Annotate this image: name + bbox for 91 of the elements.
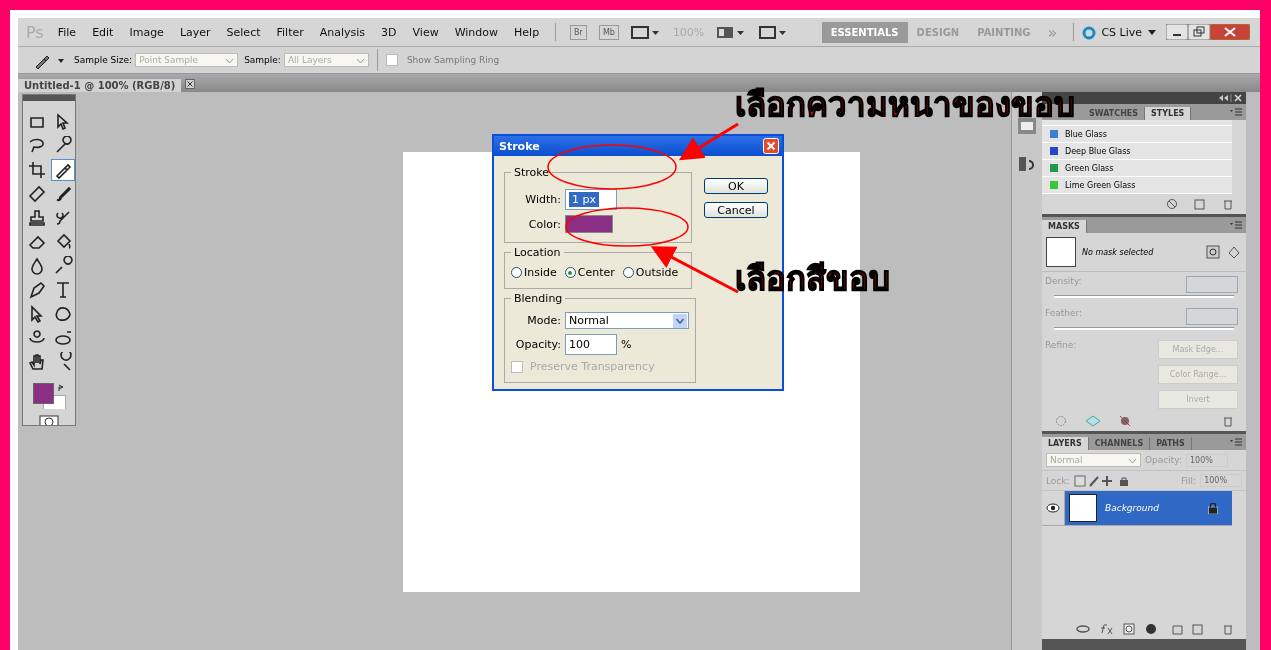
radio-button[interactable]	[564, 267, 576, 278]
radio-option[interactable]: Center	[564, 266, 615, 279]
opacity-field[interactable]: 100%	[1186, 453, 1228, 467]
menu-item[interactable]: View	[404, 25, 447, 39]
menu-item[interactable]: Help	[506, 25, 548, 39]
mode-dropdown[interactable]: Normal	[565, 312, 689, 329]
menu-item[interactable]: Window	[446, 25, 507, 39]
bridge-button[interactable]: Br	[570, 24, 587, 40]
vector-mask-icon[interactable]	[1226, 245, 1242, 259]
width-label: Width:	[524, 193, 561, 206]
panel-menu-icon[interactable]	[1230, 108, 1242, 116]
arrange-documents-icon[interactable]	[716, 25, 747, 39]
checkbox[interactable]	[511, 360, 523, 373]
mode-label: Mode:	[526, 314, 561, 327]
layer-name: Background	[1105, 503, 1160, 513]
disable-mask-icon[interactable]	[1118, 415, 1132, 427]
radio-button[interactable]	[511, 267, 522, 278]
trash-icon[interactable]	[1222, 623, 1234, 635]
panel-menu-icon[interactable]	[1230, 221, 1242, 229]
dialog-button[interactable]: Cancel	[704, 202, 768, 218]
layer-thumbnail	[1069, 494, 1097, 522]
quick-mask-icon[interactable]	[39, 414, 59, 425]
collapse-panels-icon[interactable]	[1218, 94, 1242, 102]
view-extras-icon[interactable]	[630, 25, 661, 39]
style-item[interactable]: Blue Glass	[1042, 126, 1232, 143]
sample-label: Sample:	[244, 55, 281, 65]
style-item[interactable]: Green Glass	[1042, 160, 1232, 177]
menu-item[interactable]: Image	[121, 25, 172, 39]
refine-label: Refine:	[1045, 340, 1077, 352]
fill-field[interactable]: 100%	[1200, 474, 1242, 487]
document-tab[interactable]: Untitled-1 @ 100% (RGB/8)	[18, 79, 182, 92]
panel-tab[interactable]: STYLES	[1145, 107, 1192, 120]
annotation-arrow	[678, 122, 739, 161]
mask-thumbnail	[1046, 237, 1076, 267]
group-title: Blending	[513, 292, 564, 305]
percent-label: %	[621, 338, 632, 351]
show-sampling-ring-label: Show Sampling Ring	[406, 55, 500, 65]
stroke-color-swatch[interactable]	[565, 215, 613, 233]
radio-button[interactable]	[622, 267, 634, 278]
trash-icon[interactable]	[1222, 415, 1234, 427]
layer-actions-icon[interactable]	[1076, 623, 1206, 635]
style-item[interactable]: Lime Green Glass	[1042, 177, 1232, 194]
preserve-transparency-label: Preserve Transparency	[530, 360, 655, 373]
eyedropper-tool-icon[interactable]	[51, 158, 75, 181]
dialog-title: Stroke	[499, 139, 540, 153]
style-item[interactable]: Deep Blue Glass	[1042, 143, 1232, 160]
trash-icon[interactable]	[1222, 198, 1234, 210]
lock-label: Lock:	[1046, 475, 1070, 486]
opacity-label: Opacity:	[1145, 455, 1182, 465]
sample-size-label: Sample Size:	[74, 55, 133, 65]
minimize-icon[interactable]	[1166, 24, 1188, 40]
opacity-label: Opacity:	[514, 338, 561, 351]
clear-style-icon[interactable]	[1166, 198, 1178, 210]
close-tab-icon[interactable]	[185, 79, 196, 89]
mini-bridge-button[interactable]: Mb	[598, 24, 619, 40]
mask-status: No mask selected	[1082, 247, 1155, 257]
close-icon[interactable]	[1210, 24, 1250, 40]
menu-item[interactable]: 3D	[373, 25, 405, 39]
fill-label: Fill:	[1181, 475, 1197, 486]
new-style-icon[interactable]	[1194, 198, 1206, 210]
feather-field[interactable]	[1186, 308, 1238, 325]
restore-icon[interactable]	[1188, 24, 1210, 40]
opacity-field[interactable]: 100	[565, 334, 617, 355]
radio-option[interactable]: Inside	[511, 266, 557, 279]
feather-label: Feather:	[1045, 308, 1083, 318]
caret-icon[interactable]	[1148, 29, 1156, 35]
density-field[interactable]	[1186, 276, 1238, 293]
mini-bridge-panel-icon[interactable]	[1017, 117, 1037, 135]
menu-item[interactable]: Select	[218, 25, 269, 39]
radio-option[interactable]: Outside	[622, 266, 679, 279]
panel-menu-icon[interactable]	[1230, 438, 1242, 446]
checkbox[interactable]	[385, 54, 398, 66]
cs-live-button[interactable]: CS Live	[1101, 25, 1142, 39]
menu-item[interactable]: Edit	[84, 25, 122, 39]
panel-tab[interactable]: MASKS	[1042, 220, 1087, 233]
menu-item[interactable]: Filter	[268, 25, 312, 39]
width-field[interactable]: 1 px	[565, 189, 617, 210]
menu-item[interactable]: Analysis	[311, 25, 374, 39]
group-title: Location	[513, 246, 562, 259]
color-label: Color:	[527, 217, 561, 231]
density-label: Density:	[1045, 276, 1082, 286]
menu-item[interactable]: Layer	[171, 25, 219, 39]
annotation-text: เลือกความหนาของขอบ	[735, 88, 1075, 121]
layer-row[interactable]: Background	[1065, 491, 1232, 525]
pixel-mask-icon[interactable]	[1206, 245, 1220, 259]
history-panel-icon[interactable]	[1017, 155, 1037, 173]
menu-item[interactable]: File	[49, 25, 85, 39]
panel-tab[interactable]: LAYERS	[1042, 437, 1089, 450]
screen-mode-icon[interactable]	[758, 25, 789, 39]
dialog-button[interactable]: OK	[704, 178, 768, 194]
group-title: Stroke	[513, 166, 551, 179]
